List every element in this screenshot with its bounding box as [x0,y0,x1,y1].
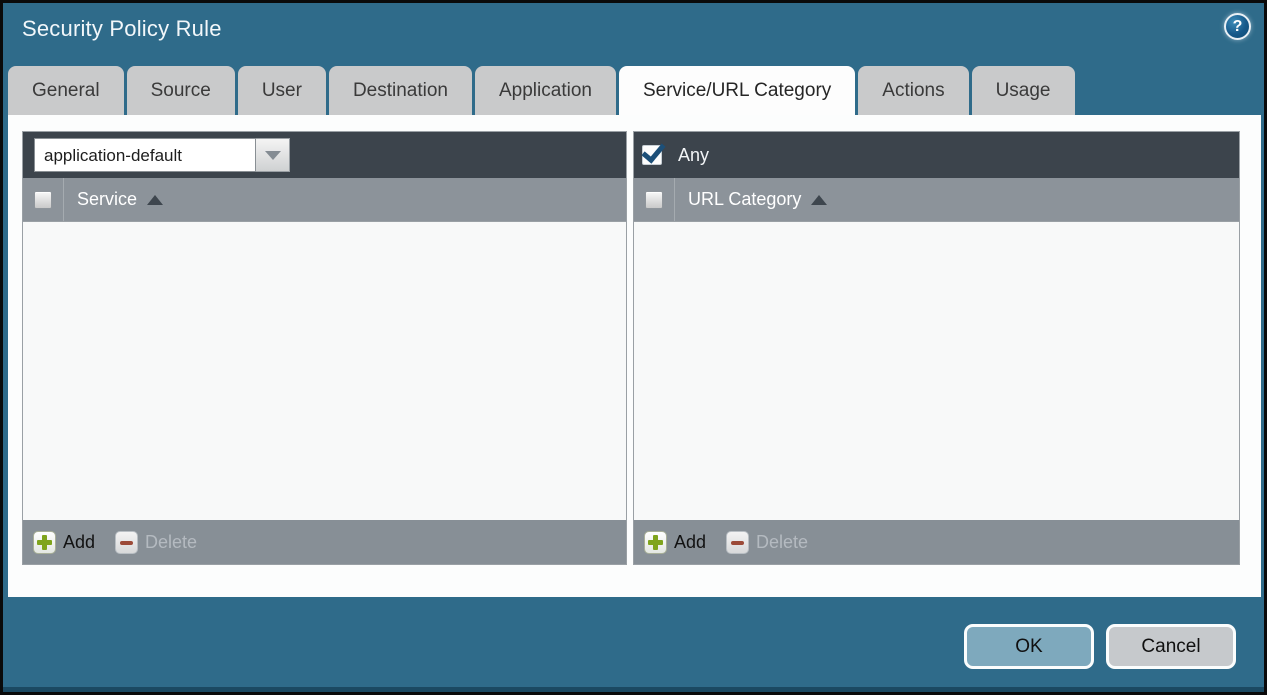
tab-panel-content: application-default Service [8,115,1261,597]
plus-icon [33,531,56,554]
security-policy-rule-dialog: Security Policy Rule ? General Source Us… [3,3,1264,692]
service-type-dropdown-value[interactable]: application-default [34,138,256,172]
add-url-category-label: Add [674,532,706,553]
url-category-toolbar: Any [634,132,1239,178]
any-label: Any [678,145,709,166]
url-category-footer-toolbar: Add Delete [634,520,1239,564]
checkmark-icon [641,138,665,163]
tab-bar: General Source User Destination Applicat… [8,66,1075,115]
url-category-table-header: URL Category [634,178,1239,222]
tab-destination[interactable]: Destination [329,66,472,115]
screenshot-root: { "window": { "title": "Security Policy … [0,0,1267,695]
tab-service-url-category[interactable]: Service/URL Category [619,66,855,115]
url-category-table-body [634,222,1239,520]
service-select-all-checkbox[interactable] [34,191,52,209]
url-category-select-all-cell [634,178,675,221]
service-column-label: Service [77,189,137,210]
delete-url-category-label: Delete [756,532,808,553]
minus-icon [115,531,138,554]
any-checkbox[interactable] [642,145,662,165]
add-service-label: Add [63,532,95,553]
service-toolbar: application-default [23,132,626,178]
cancel-button[interactable]: Cancel [1106,624,1236,669]
tab-usage[interactable]: Usage [972,66,1075,115]
tab-user[interactable]: User [238,66,326,115]
url-category-panel: Any URL Category Add Delete [633,131,1240,565]
tab-general[interactable]: General [8,66,124,115]
delete-url-category-button[interactable]: Delete [726,531,808,554]
url-category-column-header[interactable]: URL Category [675,189,827,210]
add-service-button[interactable]: Add [33,531,95,554]
chevron-down-icon [265,151,281,160]
service-table-header: Service [23,178,626,222]
service-type-dropdown[interactable]: application-default [34,138,290,172]
tab-application[interactable]: Application [475,66,616,115]
tab-actions[interactable]: Actions [858,66,968,115]
ok-button[interactable]: OK [964,624,1094,669]
service-table-body [23,222,626,520]
dialog-button-row: OK Cancel [964,624,1236,669]
dialog-title: Security Policy Rule [22,16,222,42]
delete-service-button[interactable]: Delete [115,531,197,554]
minus-icon [726,531,749,554]
add-url-category-button[interactable]: Add [644,531,706,554]
dialog-bottom-shade [3,687,1264,692]
service-footer-toolbar: Add Delete [23,520,626,564]
help-icon[interactable]: ? [1224,13,1251,40]
sort-ascending-icon [811,195,827,205]
sort-ascending-icon [147,195,163,205]
dropdown-arrow-button[interactable] [256,138,290,172]
service-column-header[interactable]: Service [64,189,163,210]
question-mark-glyph: ? [1233,18,1243,36]
plus-icon [644,531,667,554]
url-category-column-label: URL Category [688,189,801,210]
service-select-all-cell [23,178,64,221]
tab-source[interactable]: Source [127,66,235,115]
url-category-select-all-checkbox[interactable] [645,191,663,209]
service-panel: application-default Service [22,131,627,565]
delete-service-label: Delete [145,532,197,553]
